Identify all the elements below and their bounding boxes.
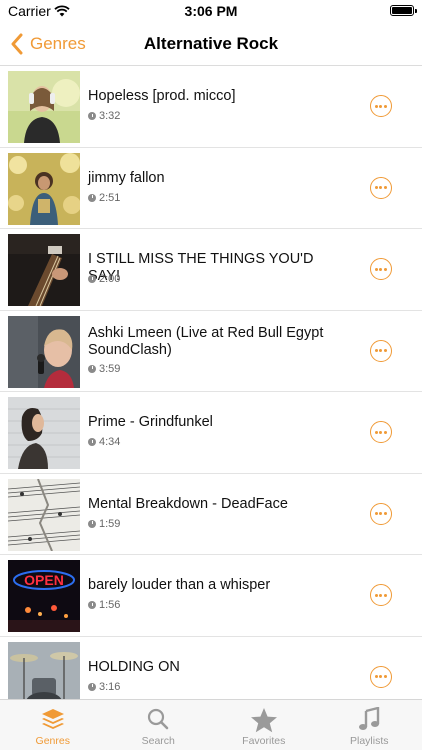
more-options-button[interactable]: [370, 339, 392, 362]
duration-text: 3:32: [99, 110, 121, 122]
clock-icon: [88, 601, 96, 609]
more-options-button[interactable]: [370, 665, 392, 688]
track-title: Prime - Grindfunkel: [88, 414, 213, 430]
track-thumbnail: [8, 397, 80, 469]
duration-text: 1:56: [99, 599, 121, 611]
track-row[interactable]: jimmy fallon 2:51: [0, 148, 422, 229]
clock-icon: [88, 438, 96, 446]
track-row[interactable]: OPEN barely louder than a whisper 1:56: [0, 555, 422, 637]
tab-label: Search: [141, 735, 175, 747]
clock-icon: [88, 193, 96, 202]
track-row[interactable]: Prime - Grindfunkel 4:34: [0, 392, 422, 474]
track-row[interactable]: HOLDING ON 3:16: [0, 637, 422, 699]
track-title: Hopeless [prod. micco]: [88, 88, 236, 104]
track-title: Ashki Lmeen (Live at Red Bull Egypt Soun…: [88, 324, 324, 358]
more-options-button[interactable]: [370, 421, 392, 443]
duration-text: 4:34: [99, 436, 121, 448]
tab-label: Genres: [35, 735, 70, 747]
track-duration: 2:51: [88, 192, 120, 204]
duration-text: 2:00: [99, 273, 121, 285]
star-icon: [250, 708, 277, 733]
track-thumbnail: [8, 478, 80, 551]
track-title: HOLDING ON: [88, 658, 180, 675]
search-icon: [148, 708, 169, 730]
track-thumbnail: [8, 71, 80, 143]
svg-text:OPEN: OPEN: [24, 572, 64, 588]
track-duration: 4:34: [88, 436, 120, 448]
duration-text: 3:59: [99, 362, 121, 375]
layers-icon: [41, 709, 64, 729]
track-row[interactable]: Mental Breakdown - DeadFace 1:59: [0, 474, 422, 555]
track-thumbnail: OPEN: [8, 560, 80, 632]
track-duration: 3:16: [88, 681, 120, 693]
track-title: jimmy fallon: [88, 169, 165, 186]
track-thumbnail: [8, 641, 80, 699]
status-bar: Carrier 3:06 PM: [0, 0, 422, 22]
clock-icon: [88, 519, 96, 528]
clock-icon: [88, 682, 96, 691]
track-title: I STILL MISS THE THINGS YOU'D SAY!: [88, 251, 314, 284]
music-note-icon: [359, 707, 380, 730]
track-row[interactable]: Ashki Lmeen (Live at Red Bull Egypt Soun…: [0, 311, 422, 392]
page-title: Alternative Rock: [143, 34, 279, 53]
tab-bar: Genres Search Favorites Playlists: [0, 699, 422, 750]
more-options-button[interactable]: [370, 584, 392, 606]
tab-genres[interactable]: Genres: [0, 700, 106, 750]
track-duration: 3:59: [88, 363, 120, 375]
track-thumbnail: [8, 152, 80, 225]
clock-icon: [88, 275, 96, 283]
track-row[interactable]: I STILL MISS THE THINGS YOU'D SAY! 2:00: [0, 229, 422, 311]
more-options-button[interactable]: [370, 258, 392, 280]
tab-favorites[interactable]: Favorites: [211, 700, 317, 750]
battery-icon: [390, 5, 417, 16]
track-title: Mental Breakdown - DeadFace: [88, 495, 288, 512]
clock-icon: [88, 364, 96, 373]
tab-playlists[interactable]: Playlists: [317, 700, 422, 750]
track-duration: 1:56: [88, 599, 120, 611]
track-thumbnail: [8, 315, 80, 388]
clock-icon: [88, 112, 96, 120]
duration-text: 2:51: [99, 191, 121, 204]
duration-text: 1:59: [99, 517, 121, 530]
tab-search[interactable]: Search: [106, 700, 212, 750]
track-duration: 2:00: [88, 273, 120, 285]
track-duration: 1:59: [88, 518, 120, 530]
track-thumbnail: [8, 234, 80, 306]
more-options-button[interactable]: [370, 176, 392, 199]
tab-label: Playlists: [349, 735, 389, 747]
duration-text: 3:16: [99, 680, 121, 693]
track-row[interactable]: Hopeless [prod. micco] 3:32: [0, 66, 422, 148]
track-list: Hopeless [prod. micco] 3:32 jimmy fallon: [0, 66, 422, 699]
more-options-button[interactable]: [370, 502, 392, 525]
more-options-button[interactable]: [370, 95, 392, 117]
navigation-bar: Genres Alternative Rock: [0, 22, 422, 66]
tab-label: Favorites: [242, 735, 286, 747]
status-time: 3:06 PM: [184, 3, 238, 19]
track-duration: 3:32: [88, 110, 120, 122]
track-title: barely louder than a whisper: [88, 577, 271, 593]
